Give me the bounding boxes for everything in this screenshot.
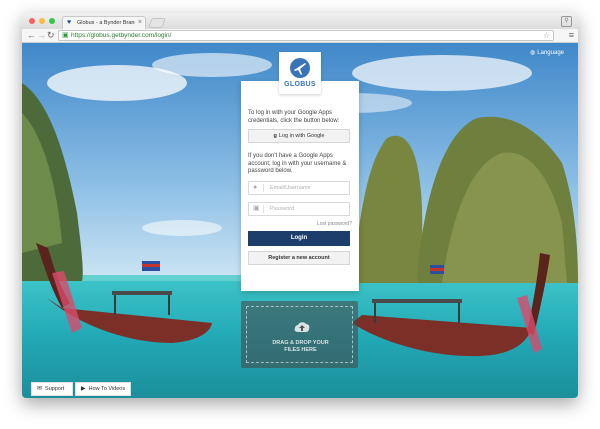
globus-logo: GLOBUS: [279, 52, 321, 94]
logo-text: GLOBUS: [284, 81, 316, 88]
support-button[interactable]: ✉ Support: [31, 382, 73, 396]
browser-tab[interactable]: ♥ Globus - a Bynder Brand P ×: [62, 16, 146, 29]
language-link[interactable]: ◍ Language: [530, 49, 564, 57]
dropzone-border: DRAG & DROP YOUR FILES HERE: [246, 306, 353, 363]
browser-window: ♥ Globus - a Bynder Brand P × ⚲ ← → ↻ ▣ …: [22, 13, 578, 398]
tab-title: Globus - a Bynder Brand P: [77, 20, 135, 26]
url-text[interactable]: https://globus.getbynder.com/login/: [71, 32, 171, 40]
globe-icon: ◍: [530, 50, 536, 56]
google-icon: g: [273, 133, 277, 139]
minimize-window-button[interactable]: [39, 18, 45, 24]
lock-icon: ▣: [62, 32, 69, 39]
browser-titlebar: ♥ Globus - a Bynder Brand P × ⚲: [22, 13, 578, 29]
play-icon: ▶: [81, 386, 86, 392]
how-to-videos-button[interactable]: ▶ How To Videos: [75, 382, 131, 396]
globus-favicon-icon: ♥: [67, 19, 72, 26]
register-button[interactable]: Register a new account: [248, 251, 350, 265]
field-divider: [263, 205, 264, 213]
password-placeholder: Password: [270, 206, 295, 212]
login-button[interactable]: Login: [248, 231, 350, 246]
close-window-button[interactable]: [29, 18, 35, 24]
password-field[interactable]: ▣ Password: [248, 202, 350, 216]
dropzone-text: DRAG & DROP YOUR FILES HERE: [247, 340, 354, 354]
dropzone-line-2: FILES HERE: [284, 347, 317, 353]
google-login-label: Log in with Google: [278, 133, 325, 139]
file-dropzone[interactable]: DRAG & DROP YOUR FILES HERE: [241, 301, 358, 368]
hamburger-menu-icon[interactable]: ≡: [569, 29, 574, 41]
how-to-videos-label: How To Videos: [88, 386, 126, 392]
support-label: Support: [45, 386, 65, 392]
google-intro-text: To log in with your Google Apps credenti…: [248, 110, 340, 124]
username-placeholder: Email/Username: [270, 185, 311, 191]
language-label: Language: [537, 50, 564, 56]
chat-icon: ✉: [37, 386, 43, 392]
address-bar[interactable]: ▣ https://globus.getbynder.com/login/ ☆: [58, 30, 554, 41]
back-arrow-icon[interactable]: ←: [27, 30, 36, 41]
profile-icon[interactable]: ⚲: [561, 16, 572, 27]
forward-arrow-icon[interactable]: →: [37, 30, 46, 41]
new-tab-button[interactable]: [148, 18, 166, 28]
reload-icon[interactable]: ↻: [47, 30, 55, 41]
screenshot-stage: ♥ Globus - a Bynder Brand P × ⚲ ← → ↻ ▣ …: [0, 0, 600, 429]
cloud-upload-icon: [294, 322, 310, 332]
no-google-text: If you don't have a Google Apps account,…: [248, 153, 347, 174]
field-divider: [263, 184, 264, 192]
browser-toolbar: ← → ↻ ▣ https://globus.getbynder.com/log…: [22, 29, 578, 43]
tab-close-icon[interactable]: ×: [138, 18, 142, 27]
bookmark-star-icon[interactable]: ☆: [543, 31, 550, 40]
padlock-icon: ▣: [253, 205, 260, 212]
login-panel: To log in with your Google Apps credenti…: [241, 81, 359, 291]
username-field[interactable]: ● Email/Username: [248, 181, 350, 195]
user-icon: ●: [253, 184, 258, 191]
google-login-button[interactable]: g Log in with Google: [248, 129, 350, 143]
lost-password-link[interactable]: Lost password?: [317, 221, 352, 228]
zoom-window-button[interactable]: [49, 18, 55, 24]
page-viewport: ◍ Language To log in with your Google App…: [22, 43, 578, 398]
airplane-logo-icon: [290, 58, 310, 78]
dropzone-line-1: DRAG & DROP YOUR: [272, 340, 329, 346]
